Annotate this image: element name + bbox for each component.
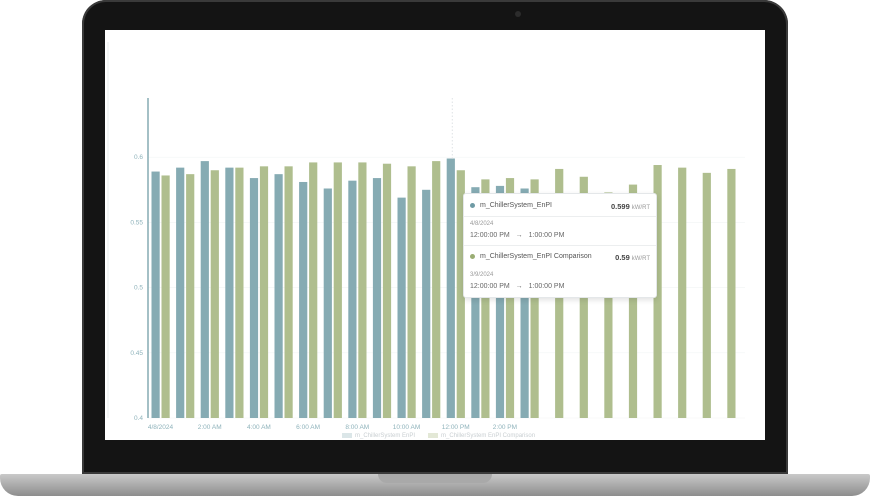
tooltip-series1-row: m_ChillerSystem_EnPI 0.599 kW/RT	[470, 202, 650, 211]
legend-item-comparison[interactable]: m_ChillerSystem EnPI Comparison	[428, 433, 535, 439]
chart-tooltip: m_ChillerSystem_EnPI 0.599 kW/RT 4/8/2024…	[463, 193, 657, 298]
bar-actual	[249, 178, 259, 418]
camera-icon	[515, 11, 521, 17]
tooltip-series1-value: 0.599	[610, 202, 630, 211]
tooltip-divider	[464, 216, 656, 217]
tooltip-series2-row: m_ChillerSystem_EnPI Comparison 0.59 kW/R…	[470, 253, 650, 262]
bar-actual	[323, 188, 332, 418]
tooltip-series2-name: m_ChillerSystem_EnPI Comparison	[480, 253, 592, 260]
legend-label-actual: m_ChillerSystem EnPI	[355, 433, 416, 440]
bar-comparison	[358, 162, 367, 418]
bar-comparison	[210, 170, 219, 418]
x-tick-label: 4/8/2024	[148, 424, 174, 431]
bar-comparison	[284, 166, 293, 418]
y-tick-label: 0.6	[134, 154, 143, 161]
tooltip-series1-start: 12:00:00 PM	[470, 232, 510, 239]
tooltip-series1-date: 4/8/2024	[470, 221, 494, 227]
tooltip-series1-dot	[470, 202, 475, 208]
bar-actual	[151, 171, 160, 418]
legend-swatch-actual	[342, 433, 352, 438]
tooltip-series2-range: 12:00:00 PM → 1:00:00 PM	[470, 283, 650, 290]
y-tick-label: 0.4	[134, 415, 143, 422]
tooltip-series2-start: 12:00:00 PM	[470, 283, 510, 290]
x-tick-label: 2:00 AM	[198, 424, 222, 431]
bar-comparison	[333, 162, 342, 418]
tooltip-series1-range: 12:00:00 PM → 1:00:00 PM	[470, 232, 650, 239]
arrow-right-icon: →	[515, 283, 523, 290]
bar-actual	[176, 167, 185, 418]
x-tick-label: 12:00 PM	[442, 424, 470, 431]
tooltip-series2-end: 1:00:00 PM	[528, 283, 565, 290]
bar-comparison	[309, 162, 318, 418]
bar-comparison	[382, 163, 392, 418]
bar-comparison	[702, 172, 711, 418]
legend-item-actual[interactable]: m_ChillerSystem EnPI	[342, 433, 415, 439]
x-tick-label: 4:00 AM	[247, 424, 271, 431]
bar-comparison	[727, 168, 736, 418]
bar-actual	[348, 180, 357, 418]
bar-actual	[446, 158, 455, 418]
bar-comparison	[235, 167, 244, 418]
bar-comparison	[432, 161, 441, 418]
bar-actual	[397, 197, 406, 418]
bar-actual	[372, 178, 382, 418]
x-tick-label: 8:00 AM	[345, 424, 369, 431]
tooltip-series2-value: 0.59	[615, 253, 630, 262]
legend-swatch-comparison	[428, 433, 438, 438]
y-tick-label: 0.5	[134, 285, 143, 292]
bar-comparison	[407, 166, 416, 418]
tooltip-series1-unit: kW/RT	[631, 205, 650, 211]
bar-actual	[274, 174, 283, 418]
y-tick-label: 0.45	[130, 350, 143, 357]
tooltip-divider	[464, 245, 656, 246]
screen: 0.4 0.45 0.5 0.55 0.6 4/8/2024 2:00 AM 4:00 AM 6…	[105, 30, 765, 440]
bar-actual	[200, 161, 209, 418]
bar-actual	[225, 167, 234, 418]
bar-comparison	[678, 167, 687, 418]
bar-comparison	[186, 174, 195, 418]
arrow-right-icon: →	[515, 232, 523, 239]
bar-actual	[299, 181, 308, 418]
tooltip-series1-name: m_ChillerSystem_EnPI	[480, 202, 552, 209]
bar-chart[interactable]: 0.4 0.45 0.5 0.55 0.6 4/8/2024 2:00 AM 4:00 AM 6…	[105, 30, 765, 440]
tooltip-series1-end: 1:00:00 PM	[528, 232, 565, 239]
legend-label-comparison: m_ChillerSystem EnPI Comparison	[441, 433, 536, 440]
bar-actual	[422, 189, 431, 418]
x-tick-label: 2:00 PM	[493, 424, 517, 431]
tooltip-series2-dot	[470, 253, 475, 259]
tooltip-series2-date: 3/9/2024	[470, 272, 494, 278]
bar-comparison	[161, 175, 170, 418]
laptop-base-notch	[378, 474, 492, 483]
tooltip-series2-unit: kW/RT	[631, 256, 650, 262]
x-tick-label: 10:00 AM	[393, 424, 420, 431]
x-tick-label: 6:00 AM	[296, 424, 320, 431]
y-tick-label: 0.55	[130, 219, 143, 226]
bar-comparison	[259, 166, 269, 418]
